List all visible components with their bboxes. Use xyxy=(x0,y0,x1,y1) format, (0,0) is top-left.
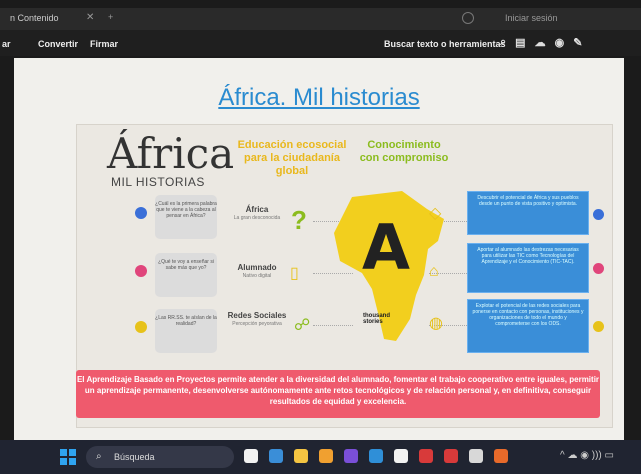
pdf-page: África. Mil historias África MIL HISTORI… xyxy=(14,58,624,448)
browser-tab-strip: n Contenido ✕ + Iniciar sesión xyxy=(0,8,641,30)
globe-icon: ◍ xyxy=(429,315,443,332)
question-box: ¿Las RR.SS. te aíslan de la realidad? xyxy=(155,309,217,353)
question-dot xyxy=(135,265,147,277)
topic-subtitle: Nativo digital xyxy=(242,273,272,279)
taskbar-app-icon[interactable] xyxy=(494,449,508,463)
new-tab-button[interactable]: + xyxy=(108,12,113,22)
cloud-icon[interactable]: ☁ xyxy=(535,36,546,49)
screen: n Contenido ✕ + Iniciar sesión ar Conver… xyxy=(0,0,641,474)
toolbar-item[interactable]: ar xyxy=(2,39,11,49)
topic-title: Redes Sociales xyxy=(227,311,287,320)
question-mark-icon: ? xyxy=(291,205,307,235)
question-dot xyxy=(135,321,147,333)
pdf-toolbar: ar Convertir Firmar Buscar texto o herra… xyxy=(0,30,641,56)
search-icon[interactable]: ⌕ xyxy=(500,36,506,49)
objective-dot xyxy=(593,321,604,332)
device-icon: ▯ xyxy=(290,265,299,282)
question-dot xyxy=(135,207,147,219)
toolbar-icons: ⌕ ▤ ☁ ◉ ✎ xyxy=(500,36,582,49)
taskbar-search[interactable]: ⌕ Búsqueda xyxy=(86,446,234,468)
system-tray[interactable]: ^ ☁ ◉ ))) ▭ xyxy=(560,450,614,461)
close-icon[interactable]: ✕ xyxy=(86,12,94,23)
topic-label: Alumnado Nativo digital xyxy=(227,263,287,281)
diamond-icon: ◇ xyxy=(429,205,442,222)
topic-title: África xyxy=(245,205,269,214)
topic-label: Redes Sociales Percepción peyorativa xyxy=(227,311,287,329)
network-icon: ☍ xyxy=(294,317,311,334)
question-box: ¿Cuál es la primera palabra que te viene… xyxy=(155,195,217,239)
taskbar-app-icon[interactable] xyxy=(319,449,333,463)
taskbar-app-icon[interactable] xyxy=(419,449,433,463)
document-title[interactable]: África. Mil historias xyxy=(14,84,624,112)
slide-heading-knowledge: Conocimiento con compromiso xyxy=(359,139,449,164)
profile-icon[interactable] xyxy=(462,12,474,24)
question-box: ¿Qué te voy a enseñar si sabe más que yo… xyxy=(155,253,217,297)
taskbar-app-icon[interactable] xyxy=(469,449,483,463)
taskbar-app-icon[interactable] xyxy=(294,449,308,463)
pbl-banner: El Aprendizaje Basado en Proyectos permi… xyxy=(76,370,600,418)
topic-subtitle: Percepción peyorativa xyxy=(232,321,282,327)
objective-box: Explotar el potencial de las redes socia… xyxy=(467,299,589,353)
taskbar: ⌕ Búsqueda ^ ☁ ◉ ))) ▭ xyxy=(0,440,641,474)
topic-subtitle: La gran desconocida xyxy=(233,215,281,221)
taskbar-app-icon[interactable] xyxy=(369,449,383,463)
slide-logo-subtitle: MIL HISTORIAS xyxy=(111,175,205,189)
map-letter: A xyxy=(362,211,410,284)
convert-button[interactable]: Convertir xyxy=(38,39,78,49)
slide-heading-ecosocial: Educación ecosocial para la ciudadanía g… xyxy=(237,139,347,177)
search-placeholder: Búsqueda xyxy=(114,452,155,462)
objective-dot xyxy=(593,263,604,274)
slide-logo: África xyxy=(107,129,235,178)
search-tools-button[interactable]: Buscar texto o herramientas xyxy=(384,39,506,49)
sign-button[interactable]: Firmar xyxy=(90,39,118,49)
objective-box: Aportar al alumnado las destrezas necesa… xyxy=(467,243,589,293)
share-icon[interactable]: ◉ xyxy=(555,36,565,49)
taskbar-app-icon[interactable] xyxy=(444,449,458,463)
graduation-icon: ⌂ xyxy=(429,263,439,280)
windows-start-icon[interactable] xyxy=(60,449,76,465)
sign-in-button[interactable]: Iniciar sesión xyxy=(505,13,558,23)
taskbar-app-icon[interactable] xyxy=(394,449,408,463)
topic-label: África La gran desconocida xyxy=(227,205,287,223)
browser-tab[interactable]: n Contenido xyxy=(10,13,59,23)
taskbar-app-icon[interactable] xyxy=(344,449,358,463)
topic-title: Alumnado xyxy=(237,263,277,272)
pinned-apps xyxy=(244,449,508,463)
taskbar-app-icon[interactable] xyxy=(269,449,283,463)
print-icon[interactable]: ▤ xyxy=(515,36,525,49)
search-icon: ⌕ xyxy=(96,451,102,462)
map-caption: thousand stories xyxy=(363,313,390,325)
objective-box: Descubrir el potencial de África y sus p… xyxy=(467,191,589,235)
objective-dot xyxy=(593,209,604,220)
pen-icon[interactable]: ✎ xyxy=(573,36,582,49)
taskbar-app-icon[interactable] xyxy=(244,449,258,463)
